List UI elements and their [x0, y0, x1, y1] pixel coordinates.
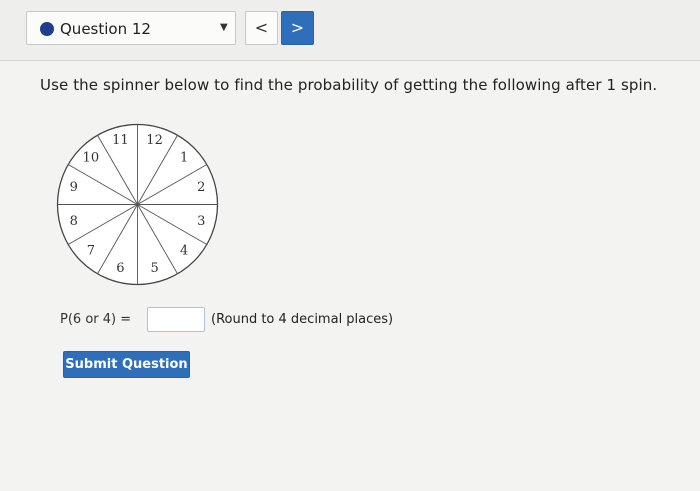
spinner-number-10: 10 — [83, 150, 100, 165]
question-toolbar: Question 12 ▼ < > — [0, 0, 700, 61]
previous-question-button[interactable]: < — [245, 11, 278, 45]
question-select[interactable]: Question 12 ▼ — [26, 11, 236, 45]
spinner-number-5: 5 — [150, 261, 158, 276]
question-label: Question 12 — [60, 20, 151, 38]
spinner-number-8: 8 — [70, 214, 78, 229]
answer-label: P(6 or 4) = — [60, 312, 132, 327]
spinner-number-9: 9 — [70, 180, 78, 195]
submit-question-button[interactable]: Submit Question — [63, 351, 190, 378]
spinner-number-6: 6 — [116, 261, 124, 276]
spinner-number-3: 3 — [197, 214, 205, 229]
next-question-button[interactable]: > — [281, 11, 314, 45]
question-status-dot — [40, 22, 54, 36]
answer-input[interactable] — [147, 307, 205, 332]
spinner-number-4: 4 — [180, 244, 188, 259]
question-prompt: Use the spinner below to find the probab… — [40, 76, 658, 94]
spinner-number-11: 11 — [112, 133, 129, 148]
rounding-hint: (Round to 4 decimal places) — [211, 312, 394, 327]
spinner-number-7: 7 — [87, 244, 95, 259]
spinner-number-2: 2 — [197, 180, 205, 195]
spinner: 121234567891011 — [56, 123, 219, 286]
spinner-number-12: 12 — [146, 133, 163, 148]
caret-down-icon: ▼ — [220, 22, 228, 33]
spinner-number-1: 1 — [180, 150, 188, 165]
